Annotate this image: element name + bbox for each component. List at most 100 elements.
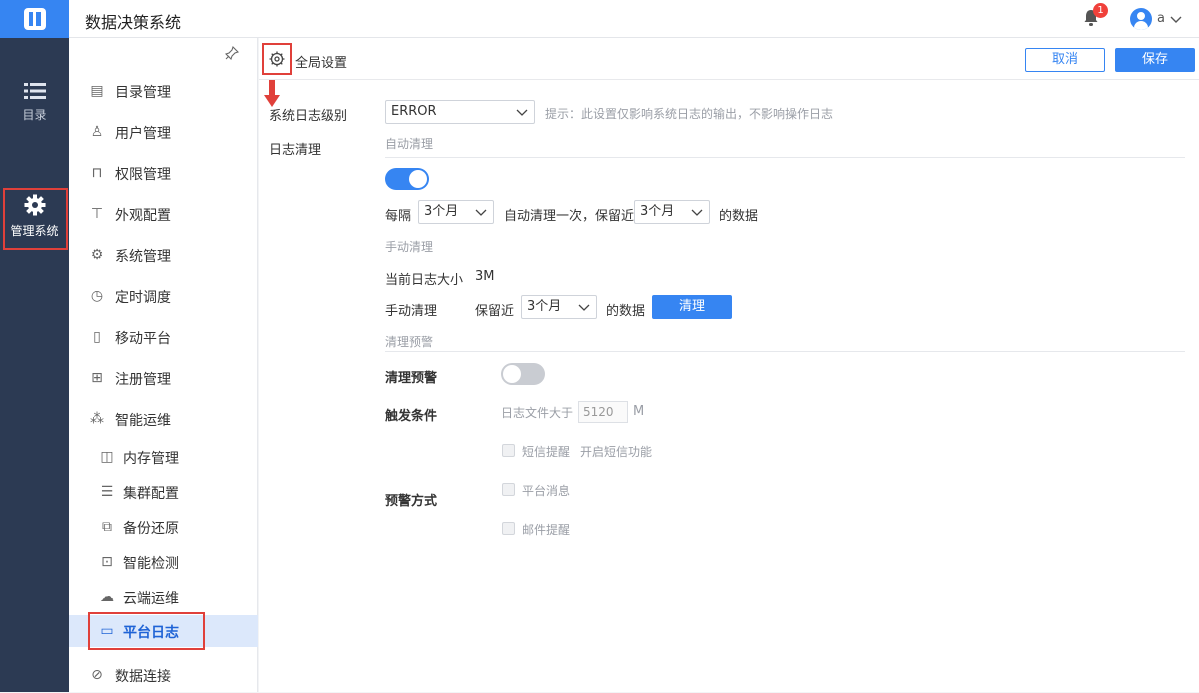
sidebar-item-cloud-ops[interactable]: ☁ 云端运维 bbox=[69, 579, 258, 615]
sidebar-item-catalog-management[interactable]: ▤ 目录管理 bbox=[69, 73, 258, 109]
log-level-select[interactable]: ERROR bbox=[385, 100, 535, 124]
sidebar-menu: ▤ 目录管理 ♙ 用户管理 ⊓ 权限管理 ⊤ 外观配置 ⚙ 系统管理 ◷ 定时调… bbox=[69, 38, 258, 692]
retain-value: 3个月 bbox=[640, 204, 675, 219]
data-suffix: 的数据 bbox=[719, 209, 759, 224]
cloud-icon: ☁ bbox=[100, 589, 114, 605]
warning-toggle[interactable] bbox=[501, 363, 545, 385]
sidebar-item-label: 移动平台 bbox=[115, 331, 171, 347]
warning-section-title: 清理预警 bbox=[385, 335, 434, 349]
save-button[interactable]: 保存 bbox=[1115, 48, 1195, 72]
sidebar-item-label: 集群配置 bbox=[123, 486, 179, 502]
global-settings-icon[interactable] bbox=[269, 51, 285, 67]
sidebar-item-backup-restore[interactable]: ⧉ 备份还原 bbox=[69, 509, 258, 545]
sidebar-item-label: 用户管理 bbox=[115, 126, 171, 142]
file-size-unit: M bbox=[633, 404, 645, 419]
log-clean-label: 日志清理 bbox=[269, 143, 322, 158]
settings-panel: 全局设置 取消 保存 系统日志级别 ERROR 提示：此设置仅影响系统日志的输出… bbox=[259, 38, 1199, 692]
chevron-down-icon bbox=[691, 209, 703, 216]
current-size-label: 当前日志大小 bbox=[385, 273, 464, 288]
divider bbox=[385, 351, 1185, 352]
sidebar-item-permission-management[interactable]: ⊓ 权限管理 bbox=[69, 155, 258, 191]
logo-icon bbox=[23, 8, 46, 30]
app-title: 数据决策系统 bbox=[85, 13, 182, 32]
sidebar-item-label: 数据连接 bbox=[115, 669, 171, 685]
sidebar-item-registration[interactable]: ⊞ 注册管理 bbox=[69, 360, 258, 396]
catalog-icon: ▤ bbox=[90, 83, 104, 99]
sidebar-item-system-management[interactable]: ⚙ 系统管理 bbox=[69, 237, 258, 273]
link-icon: ⊘ bbox=[91, 667, 103, 683]
clean-button[interactable]: 清理 bbox=[652, 295, 732, 319]
email-checkbox[interactable] bbox=[502, 522, 515, 535]
log-level-hint: 提示：此设置仅影响系统日志的输出，不影响操作日志 bbox=[545, 107, 834, 121]
auto-clean-toggle[interactable] bbox=[385, 168, 429, 190]
sidebar-item-label: 云端运维 bbox=[123, 591, 179, 607]
avatar[interactable] bbox=[1130, 8, 1152, 30]
sidebar-item-smart-detection[interactable]: ⊡ 智能检测 bbox=[69, 544, 258, 580]
cancel-button[interactable]: 取消 bbox=[1025, 48, 1105, 72]
sidebar-item-data-connection[interactable]: ⊘ 数据连接 bbox=[69, 657, 258, 693]
highlight-box bbox=[3, 188, 68, 250]
email-label: 邮件提醒 bbox=[522, 523, 571, 537]
sidebar-item-label: 系统管理 bbox=[115, 249, 171, 265]
manual-data-suffix: 的数据 bbox=[606, 304, 646, 319]
user-icon: ♙ bbox=[90, 124, 104, 140]
interval-value: 3个月 bbox=[424, 204, 459, 219]
sidebar-item-label: 智能检测 bbox=[123, 556, 179, 572]
sidebar-item-memory-management[interactable]: ◫ 内存管理 bbox=[69, 439, 258, 475]
trigger-label: 触发条件 bbox=[385, 409, 438, 424]
sidebar-item-label: 内存管理 bbox=[123, 451, 179, 467]
cluster-icon: ☰ bbox=[100, 484, 114, 500]
monitor-icon: ⊡ bbox=[101, 554, 113, 570]
keep-recent-label: 保留近 bbox=[475, 304, 515, 319]
sidebar-item-cluster-config[interactable]: ☰ 集群配置 bbox=[69, 474, 258, 510]
highlight-box bbox=[88, 612, 205, 650]
sidebar-item-mobile-platform[interactable]: ▯ 移动平台 bbox=[69, 319, 258, 355]
sidebar-item-label: 备份还原 bbox=[123, 521, 179, 537]
paint-roller-icon: ⊤ bbox=[90, 206, 104, 222]
memory-icon: ◫ bbox=[100, 449, 114, 465]
panel-toolbar: 全局设置 取消 保存 bbox=[259, 38, 1199, 80]
sidebar-item-user-management[interactable]: ♙ 用户管理 bbox=[69, 114, 258, 150]
sidebar-item-label: 定时调度 bbox=[115, 290, 171, 306]
divider bbox=[385, 157, 1185, 158]
top-header: 数据决策系统 1 a bbox=[0, 0, 1199, 38]
pin-icon[interactable] bbox=[225, 46, 239, 60]
sms-hint: 开启短信功能 bbox=[580, 445, 653, 459]
manual-retain-select[interactable]: 3个月 bbox=[521, 295, 597, 319]
timer-icon: ◷ bbox=[90, 288, 104, 304]
platform-msg-checkbox[interactable] bbox=[502, 483, 515, 496]
manual-clean-label: 手动清理 bbox=[385, 304, 438, 319]
sidebar-item-appearance[interactable]: ⊤ 外观配置 bbox=[69, 196, 258, 232]
manual-retain-value: 3个月 bbox=[527, 299, 562, 314]
current-size-value: 3M bbox=[475, 269, 495, 284]
annotation-arrow-icon bbox=[264, 80, 280, 107]
sidebar-item-label: 目录管理 bbox=[115, 85, 171, 101]
sidebar-item-label: 权限管理 bbox=[115, 167, 171, 183]
log-level-value: ERROR bbox=[391, 104, 437, 119]
list-icon bbox=[23, 83, 46, 99]
user-name[interactable]: a bbox=[1157, 11, 1165, 26]
method-label: 预警方式 bbox=[385, 494, 438, 509]
sidebar-item-label: 智能运维 bbox=[115, 413, 171, 429]
chevron-down-icon[interactable] bbox=[1170, 13, 1182, 25]
every-label: 每隔 bbox=[385, 209, 412, 224]
file-size-input[interactable]: 5120 bbox=[578, 401, 628, 423]
rail-item-catalog[interactable]: 目录 bbox=[0, 82, 69, 123]
backup-icon: ⧉ bbox=[102, 519, 112, 535]
manual-clean-section-title: 手动清理 bbox=[385, 240, 434, 254]
chevron-down-icon bbox=[516, 109, 528, 116]
auto-clean-section-title: 自动清理 bbox=[385, 137, 434, 151]
auto-clean-text: 自动清理一次，保留近 bbox=[504, 209, 635, 224]
lock-icon: ⊓ bbox=[91, 165, 103, 181]
retain-select[interactable]: 3个月 bbox=[634, 200, 710, 224]
sms-label: 短信提醒 bbox=[522, 445, 571, 459]
sidebar-item-smart-ops[interactable]: ⁂ 智能运维 bbox=[69, 401, 258, 437]
notification-badge: 1 bbox=[1093, 3, 1108, 18]
app-logo[interactable] bbox=[0, 0, 69, 38]
interval-select[interactable]: 3个月 bbox=[418, 200, 494, 224]
sidebar-item-scheduler[interactable]: ◷ 定时调度 bbox=[69, 278, 258, 314]
main-nav-rail: 目录 管理系统 bbox=[0, 38, 69, 692]
chevron-down-icon bbox=[475, 209, 487, 216]
register-icon: ⊞ bbox=[91, 370, 103, 386]
sms-checkbox[interactable] bbox=[502, 444, 515, 457]
